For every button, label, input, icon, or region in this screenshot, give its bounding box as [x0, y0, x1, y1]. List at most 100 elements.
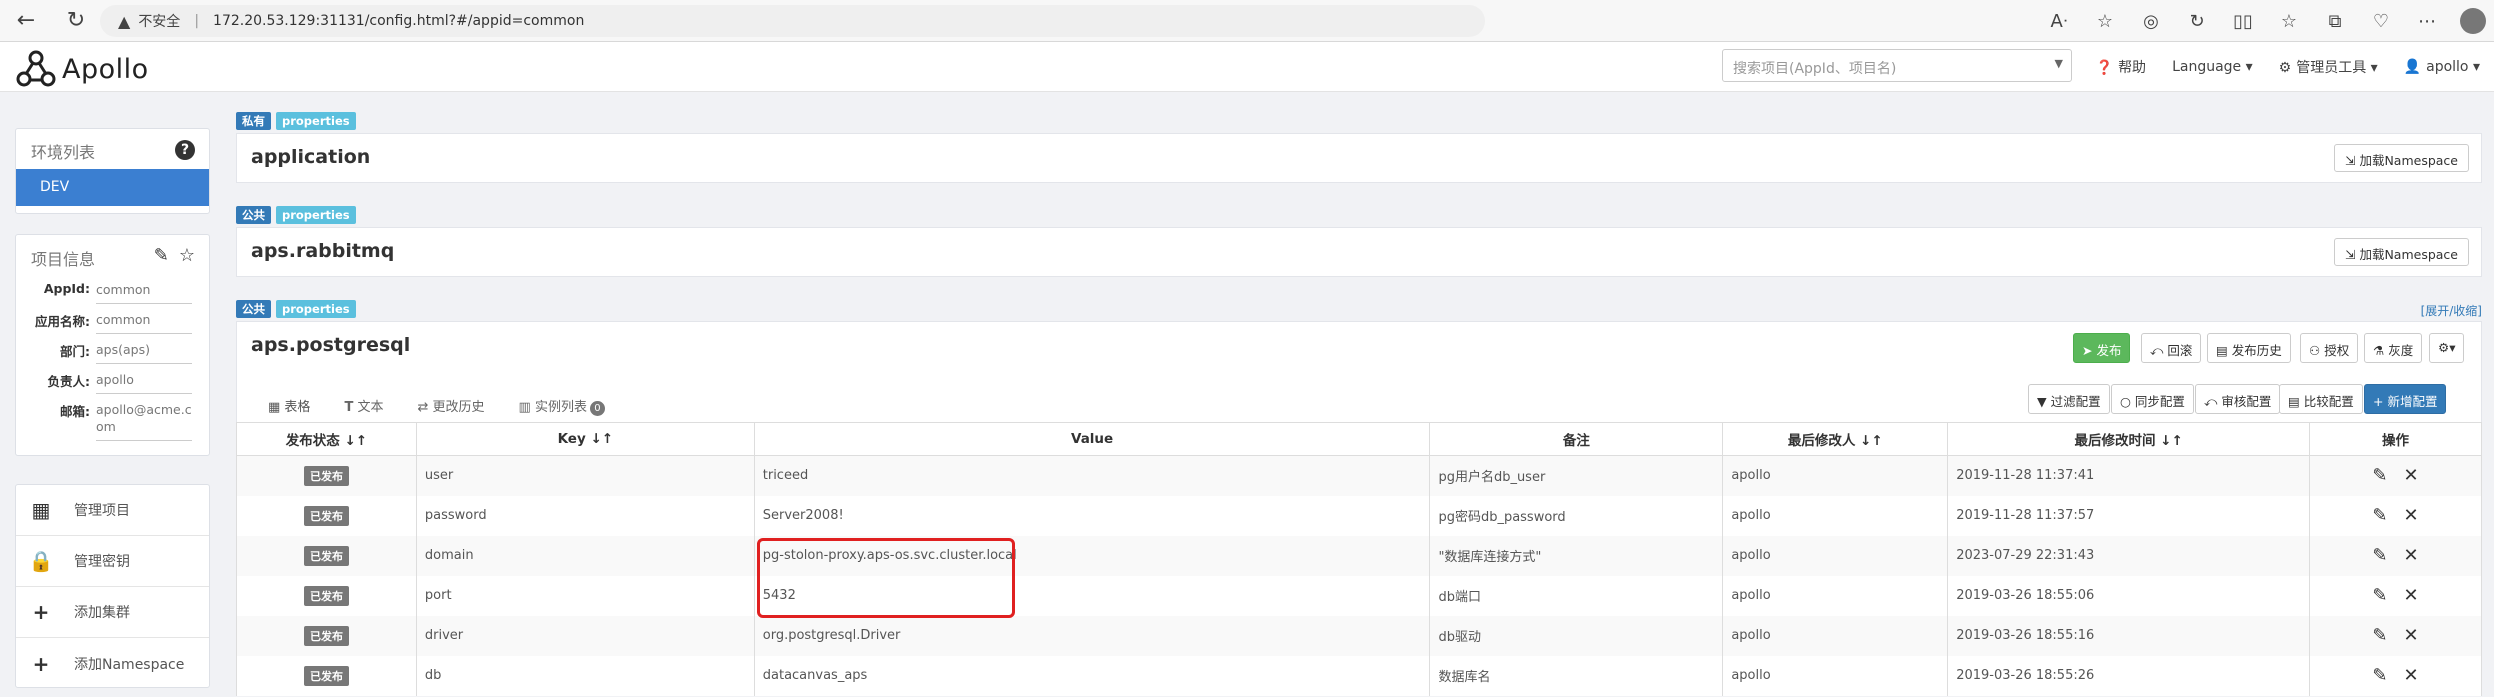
help-link[interactable]: ❓ 帮助 — [2096, 57, 2146, 77]
modifier-cell: apollo — [1722, 575, 1949, 616]
filter-config-button[interactable]: ▼ 过滤配置 — [2028, 384, 2110, 414]
tab-table[interactable]: ▦ 表格 — [268, 396, 310, 417]
tab-instances-label: 实例列表 — [534, 400, 587, 415]
user-icon: 👤 — [2403, 59, 2422, 75]
settings-dropdown-button[interactable]: ⚙▾ — [2429, 333, 2465, 363]
status-cell: 已发布 — [236, 615, 417, 656]
edit-icon[interactable]: ✎ — [2372, 585, 2387, 606]
edit-icon[interactable]: ✎ — [2372, 505, 2387, 526]
status-badge: 已发布 — [303, 585, 349, 606]
publish-history-button[interactable]: ▤ 发布历史 — [2207, 333, 2291, 363]
sidebar-item-manage-project[interactable]: ▦ 管理项目 — [16, 485, 209, 536]
browser-toolbar: ← ↻ ▲ 不安全 | 172.20.53.129:31131/config.h… — [0, 0, 2494, 42]
search-placeholder: 搜索项目(AppId、项目名) — [1733, 61, 1897, 77]
delete-icon[interactable]: ✕ — [2404, 545, 2419, 566]
load-namespace-button[interactable]: ⇲ 加载Namespace — [2333, 238, 2469, 266]
admin-tools-label: 管理员工具 — [2296, 60, 2367, 76]
refresh-extension-icon[interactable]: ↻ — [2184, 11, 2210, 32]
split-view-icon[interactable]: ▯▯ — [2230, 11, 2256, 32]
profile-avatar[interactable] — [2460, 8, 2486, 34]
menu-label: 管理密钥 — [74, 554, 130, 570]
tab-text[interactable]: T 文本 — [344, 396, 383, 417]
ops-cell: ✎ ✕ — [2309, 495, 2482, 536]
delete-icon[interactable]: ✕ — [2404, 585, 2419, 606]
reload-icon[interactable]: ↻ — [58, 8, 94, 33]
time-cell: 2019-03-26 18:55:26 — [1947, 655, 2311, 696]
ops-cell: ✎ ✕ — [2309, 535, 2482, 576]
load-namespace-button[interactable]: ⇲ 加载Namespace — [2333, 144, 2469, 172]
ops-cell: ✎ ✕ — [2309, 455, 2482, 496]
browser-essentials-icon[interactable]: ♡ — [2368, 11, 2394, 32]
edit-icon[interactable]: ✎ — [2372, 665, 2387, 686]
language-dropdown[interactable]: Language ▾ — [2172, 59, 2253, 75]
instances-count-badge: 0 — [589, 401, 605, 416]
user-label: apollo — [2426, 59, 2469, 75]
sync-config-button[interactable]: ○ 同步配置 — [2111, 384, 2194, 414]
comment-cell: pg用户名db_user — [1429, 455, 1724, 496]
env-item-dev[interactable]: DEV — [16, 169, 209, 206]
delete-icon[interactable]: ✕ — [2404, 505, 2419, 526]
caret-down-icon[interactable]: ▼ — [2055, 57, 2063, 70]
back-icon[interactable]: ← — [8, 8, 44, 33]
tab-history[interactable]: ⇄ 更改历史 — [417, 396, 484, 417]
status-cell: 已发布 — [236, 455, 417, 496]
admin-tools-dropdown[interactable]: ⚙ 管理员工具 ▾ — [2279, 57, 2378, 77]
edit-icon[interactable]: ✎ — [2372, 625, 2387, 646]
help-icon[interactable]: ? — [175, 140, 195, 160]
extension-icon[interactable]: ◎ — [2138, 11, 2164, 32]
review-label: 审核配置 — [2221, 394, 2272, 409]
address-bar[interactable]: ▲ 不安全 | 172.20.53.129:31131/config.html?… — [100, 5, 1485, 37]
menu-label: 添加Namespace — [74, 656, 185, 673]
sidebar-item-add-namespace[interactable]: + 添加Namespace — [16, 638, 209, 689]
star-icon[interactable]: ☆ — [179, 245, 195, 266]
column-header-modifier[interactable]: 最后修改人 ↓↑ — [1722, 422, 1949, 456]
column-header-status[interactable]: 发布状态 ↓↑ — [236, 422, 417, 456]
scope-badge: 私有 — [236, 112, 271, 130]
edit-icon[interactable]: ✎ — [2372, 545, 2387, 566]
gray-release-button[interactable]: ⚗ 灰度 — [2364, 333, 2423, 363]
logo[interactable]: Apollo — [14, 48, 149, 90]
edit-icon[interactable]: ✎ — [154, 245, 169, 266]
sidebar-item-add-cluster[interactable]: + 添加集群 — [16, 587, 209, 638]
delete-icon[interactable]: ✕ — [2404, 465, 2419, 486]
compare-config-button[interactable]: ▤ 比较配置 — [2279, 384, 2363, 414]
history-label: 发布历史 — [2231, 343, 2282, 358]
column-header-time[interactable]: 最后修改时间 ↓↑ — [1947, 422, 2311, 456]
value-cell: org.postgresql.Driver — [753, 615, 1431, 656]
favorite-icon[interactable]: ☆ — [2092, 11, 2118, 32]
review-config-button[interactable]: ⤺ 审核配置 — [2195, 384, 2281, 414]
read-aloud-icon[interactable]: Aᐧ — [2046, 11, 2072, 32]
key-cell: domain — [415, 535, 755, 576]
project-info-title: 项目信息 — [31, 250, 96, 269]
sidebar-item-manage-secret[interactable]: 🔒 管理密钥 — [16, 536, 209, 587]
delete-icon[interactable]: ✕ — [2404, 625, 2419, 646]
status-cell: 已发布 — [236, 495, 417, 536]
authorize-button[interactable]: ⚇ 授权 — [2300, 333, 2359, 363]
column-header-key[interactable]: Key ↓↑ — [415, 422, 755, 456]
expand-collapse-link[interactable]: [展开/收缩] — [2421, 302, 2482, 319]
comment-cell: pg密码db_password — [1429, 495, 1724, 536]
format-badge: properties — [276, 206, 356, 224]
table-row: 已发布 driver org.postgresql.Driver db驱动 ap… — [236, 615, 2482, 656]
status-badge: 已发布 — [303, 665, 349, 686]
settings-icon[interactable]: ⋯ — [2414, 11, 2440, 32]
project-search-input[interactable]: 搜索项目(AppId、项目名) ▼ — [1722, 49, 2072, 82]
sidebar-menu: ▦ 管理项目 🔒 管理密钥 + 添加集群 + 添加Namespace — [15, 484, 210, 688]
info-key: 邮箱: — [60, 404, 90, 419]
collections-icon[interactable]: ⧉ — [2322, 11, 2348, 32]
add-config-button[interactable]: + 新增配置 — [2364, 384, 2447, 414]
edit-icon[interactable]: ✎ — [2372, 465, 2387, 486]
logo-text: Apollo — [62, 53, 149, 85]
status-badge: 已发布 — [303, 505, 349, 526]
user-dropdown[interactable]: 👤 apollo ▾ — [2404, 59, 2480, 75]
rollback-button[interactable]: ⤺ 回滚 — [2141, 333, 2202, 363]
gray-label: 灰度 — [2388, 343, 2414, 358]
publish-button[interactable]: ➤ 发布 — [2073, 333, 2131, 363]
modifier-cell: apollo — [1722, 495, 1949, 536]
ops-cell: ✎ ✕ — [2309, 615, 2482, 656]
delete-icon[interactable]: ✕ — [2404, 665, 2419, 686]
column-header-ops: 操作 — [2309, 422, 2482, 456]
info-key: 部门: — [60, 344, 90, 359]
favorites-bar-icon[interactable]: ☆ — [2276, 11, 2302, 32]
tab-instances[interactable]: ▥ 实例列表 0 — [519, 396, 605, 417]
